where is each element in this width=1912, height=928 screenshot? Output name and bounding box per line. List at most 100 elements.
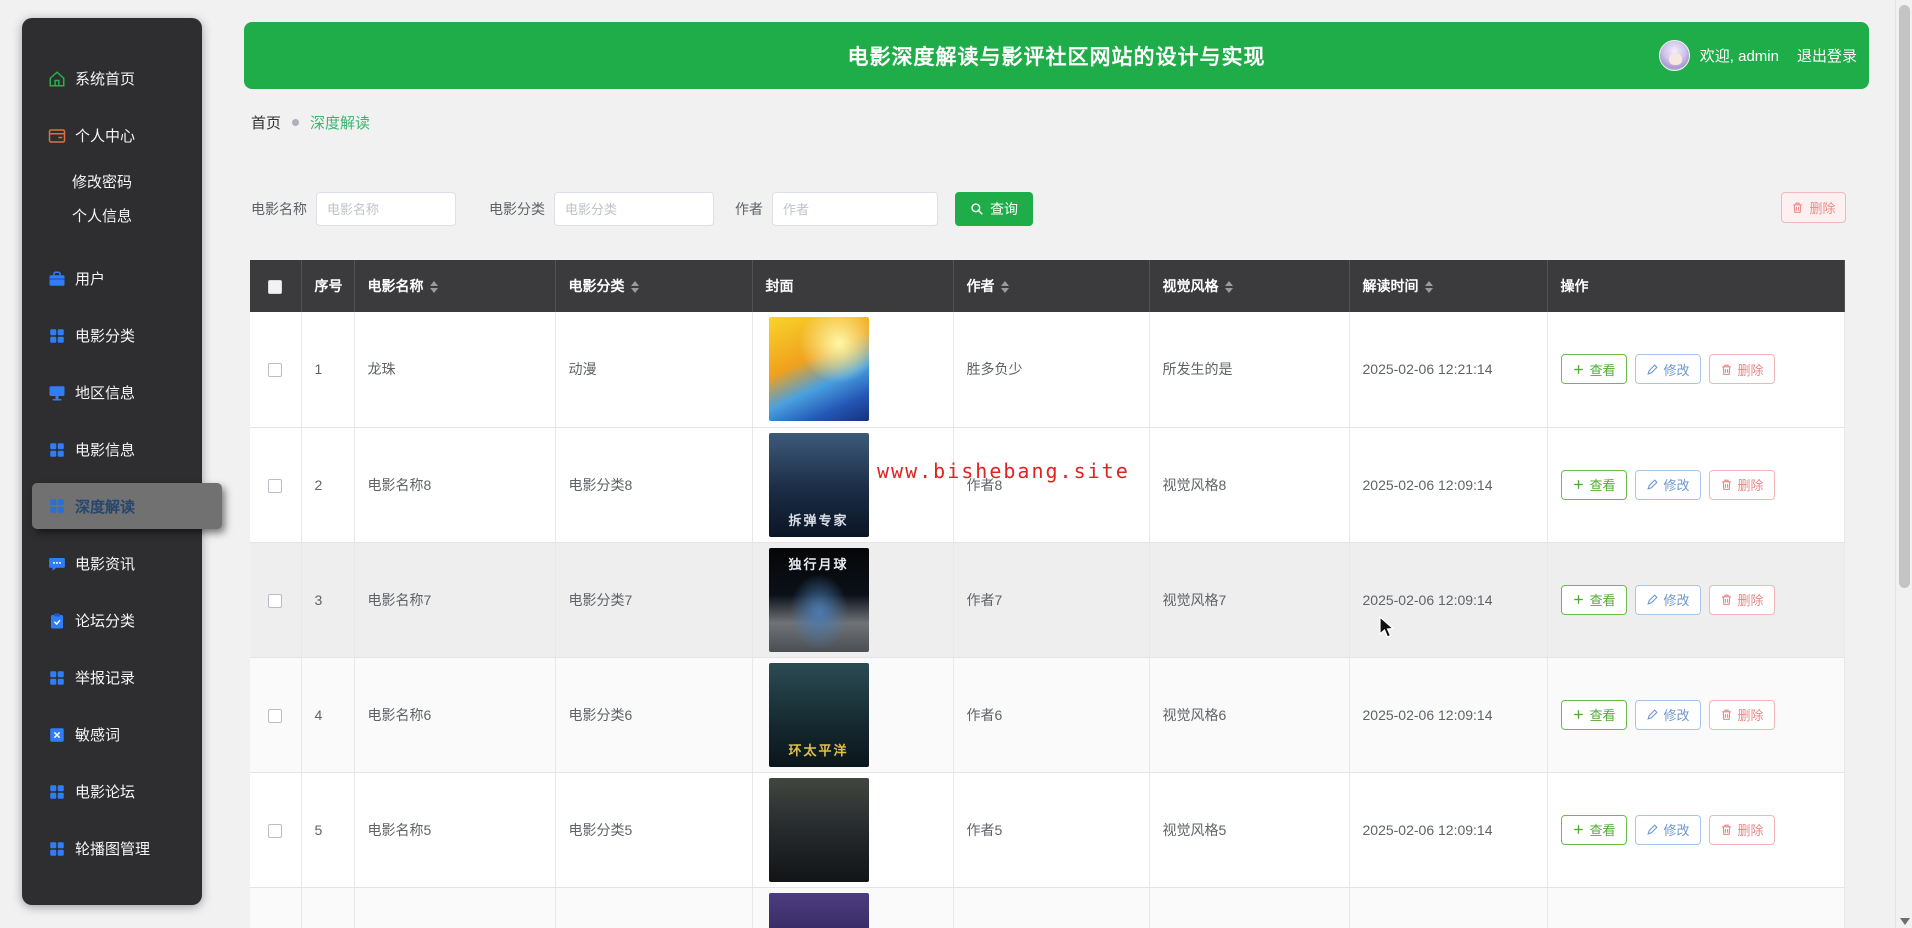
batch-delete-button[interactable]: 删除 bbox=[1781, 192, 1846, 223]
view-button[interactable]: 查看 bbox=[1560, 699, 1627, 730]
cover-image[interactable]: 独行月球 bbox=[768, 547, 869, 652]
row-checkbox[interactable] bbox=[268, 478, 283, 493]
clipboard-check-icon bbox=[48, 612, 66, 630]
trash-icon bbox=[1721, 594, 1731, 605]
briefcase-icon bbox=[48, 270, 66, 288]
delete-button[interactable]: 删除 bbox=[1708, 814, 1775, 845]
movie-category-input[interactable] bbox=[554, 192, 714, 226]
sort-icon[interactable] bbox=[1424, 281, 1433, 294]
sidebar-item-personal-center[interactable]: 个人中心 bbox=[22, 107, 202, 164]
scrollbar-down-arrow-icon[interactable] bbox=[1900, 918, 1910, 925]
delete-button[interactable]: 删除 bbox=[1708, 354, 1775, 385]
cover-image[interactable]: 拆弹专家 bbox=[768, 432, 869, 537]
cover-image[interactable] bbox=[768, 777, 869, 882]
author-label: 作者 bbox=[735, 201, 763, 217]
sidebar-item-deep-interpretation[interactable]: 深度解读 bbox=[32, 483, 222, 529]
table-row: 1 龙珠 动漫 胜多负少 所发生的是 2025-02-06 12:21:14 查… bbox=[250, 312, 1845, 428]
logout-button[interactable]: 退出登录 bbox=[1797, 45, 1857, 66]
welcome-text: 欢迎, admin bbox=[1699, 48, 1779, 65]
sidebar-item-movie-forum[interactable]: 电影论坛 bbox=[22, 763, 202, 820]
cover-image[interactable] bbox=[768, 892, 869, 928]
plus-icon bbox=[1573, 710, 1583, 719]
column-header-movie-category[interactable]: 电影分类 bbox=[555, 260, 753, 312]
sidebar-item-label: 地区信息 bbox=[75, 385, 136, 402]
movie-category-label: 电影分类 bbox=[489, 201, 545, 217]
grid-icon bbox=[48, 327, 66, 345]
sidebar-item-label: 深度解读 bbox=[75, 498, 136, 516]
sidebar-item-report-records[interactable]: 举报记录 bbox=[22, 649, 202, 706]
page-title: 电影深度解读与影评社区网站的设计与实现 bbox=[847, 45, 1266, 69]
movies-table: 序号 电影名称 电影分类 封面 作者 视觉风格 解读时间 操作 1 龙珠 动漫 … bbox=[250, 260, 1845, 928]
sidebar-item-change-password[interactable]: 修改密码 bbox=[22, 164, 202, 198]
page-scrollbar[interactable] bbox=[1895, 0, 1912, 928]
breadcrumb-home[interactable]: 首页 bbox=[251, 112, 281, 133]
column-header-visual-style[interactable]: 视觉风格 bbox=[1149, 260, 1350, 312]
cover-image[interactable] bbox=[768, 317, 869, 422]
search-button[interactable]: 查询 bbox=[955, 192, 1033, 226]
avatar[interactable] bbox=[1658, 40, 1690, 71]
edit-button[interactable]: 修改 bbox=[1634, 814, 1701, 845]
sidebar-item-movie-category[interactable]: 电影分类 bbox=[22, 307, 202, 364]
sort-icon[interactable] bbox=[630, 281, 639, 294]
view-button[interactable]: 查看 bbox=[1560, 354, 1627, 385]
watermark-text: www.bishebang.site bbox=[877, 459, 1130, 483]
view-button[interactable]: 查看 bbox=[1560, 584, 1627, 615]
sidebar-item-movie-info[interactable]: 电影信息 bbox=[22, 421, 202, 478]
edit-button[interactable]: 修改 bbox=[1634, 584, 1701, 615]
table-row bbox=[250, 887, 1845, 928]
breadcrumb-separator-icon bbox=[292, 119, 300, 126]
plus-icon bbox=[1573, 595, 1583, 604]
trash-icon bbox=[1721, 364, 1731, 375]
cover-image[interactable]: 环太平洋 bbox=[768, 662, 869, 767]
sidebar-item-system-home[interactable]: 系统首页 bbox=[22, 50, 202, 107]
row-checkbox[interactable] bbox=[268, 363, 283, 378]
select-all-checkbox[interactable] bbox=[268, 280, 283, 295]
delete-button[interactable]: 删除 bbox=[1708, 584, 1775, 615]
edit-button[interactable]: 修改 bbox=[1634, 354, 1701, 385]
id-card-icon bbox=[48, 127, 66, 145]
view-button[interactable]: 查看 bbox=[1560, 469, 1627, 500]
page: 系统首页 个人中心 修改密码 个人信息 用户 电影分类 地区信息 电影信息 深度… bbox=[0, 0, 1912, 928]
sidebar-item-label: 轮播图管理 bbox=[75, 841, 151, 858]
scrollbar-thumb[interactable] bbox=[1899, 5, 1910, 588]
plus-icon bbox=[1573, 825, 1583, 834]
sidebar-item-forum-category[interactable]: 论坛分类 bbox=[22, 592, 202, 649]
edit-button[interactable]: 修改 bbox=[1634, 469, 1701, 500]
grid-icon bbox=[48, 497, 66, 515]
row-checkbox[interactable] bbox=[268, 593, 283, 608]
delete-button[interactable]: 删除 bbox=[1708, 699, 1775, 730]
sidebar-item-label: 论坛分类 bbox=[75, 613, 136, 630]
movie-name-input[interactable] bbox=[316, 192, 456, 226]
sidebar-item-label: 敏感词 bbox=[75, 727, 121, 744]
breadcrumb-current: 深度解读 bbox=[310, 115, 371, 132]
table-row: 5 电影名称5 电影分类5 作者5 视觉风格5 2025-02-06 12:09… bbox=[250, 772, 1845, 888]
column-header-time[interactable]: 解读时间 bbox=[1349, 260, 1548, 312]
sidebar-item-sensitive-words[interactable]: 敏感词 bbox=[22, 706, 202, 763]
delete-button[interactable]: 删除 bbox=[1708, 469, 1775, 500]
sort-icon[interactable] bbox=[1000, 281, 1009, 294]
pencil-icon bbox=[1646, 479, 1658, 490]
sidebar-item-users[interactable]: 用户 bbox=[22, 250, 202, 307]
trash-icon bbox=[1721, 479, 1731, 490]
sidebar-item-label: 个人中心 bbox=[75, 128, 136, 145]
column-header-author[interactable]: 作者 bbox=[953, 260, 1150, 312]
author-input[interactable] bbox=[772, 192, 938, 226]
table-header-row: 序号 电影名称 电影分类 封面 作者 视觉风格 解读时间 操作 bbox=[250, 260, 1845, 312]
sidebar-item-region-info[interactable]: 地区信息 bbox=[22, 364, 202, 421]
grid-icon bbox=[48, 441, 66, 459]
edit-button[interactable]: 修改 bbox=[1634, 699, 1701, 730]
row-checkbox[interactable] bbox=[268, 823, 283, 838]
row-checkbox[interactable] bbox=[268, 708, 283, 723]
pencil-icon bbox=[1646, 594, 1658, 605]
filter-bar: 电影名称 电影分类 作者 查询 bbox=[251, 191, 1033, 227]
sidebar: 系统首页 个人中心 修改密码 个人信息 用户 电影分类 地区信息 电影信息 深度… bbox=[22, 18, 222, 905]
sidebar-item-personal-info[interactable]: 个人信息 bbox=[22, 198, 202, 232]
column-header-movie-name[interactable]: 电影名称 bbox=[354, 260, 556, 312]
sort-icon[interactable] bbox=[1224, 281, 1233, 294]
select-all-header bbox=[250, 260, 302, 312]
view-button[interactable]: 查看 bbox=[1560, 814, 1627, 845]
sidebar-item-carousel-management[interactable]: 轮播图管理 bbox=[22, 820, 202, 877]
sort-icon[interactable] bbox=[429, 281, 438, 294]
table-row: 3 电影名称7 电影分类7 独行月球 作者7 视觉风格7 2025-02-06 … bbox=[250, 542, 1845, 658]
sidebar-item-movie-news[interactable]: 电影资讯 bbox=[22, 535, 202, 592]
